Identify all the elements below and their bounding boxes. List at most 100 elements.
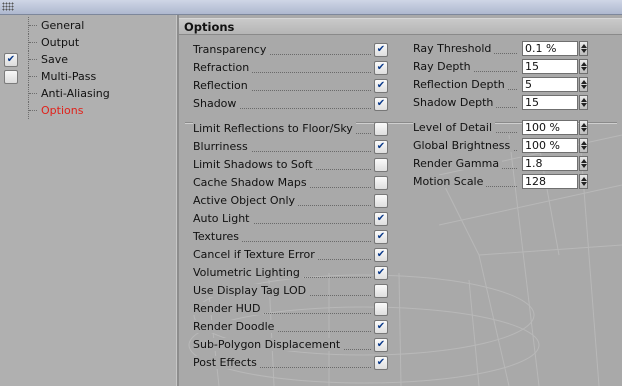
option-label: Limit Reflections to Floor/Sky: [193, 122, 356, 135]
checkbox-render-hud[interactable]: [374, 302, 388, 316]
tree-connector: [28, 102, 39, 119]
sidebar-item-anti-aliasing[interactable]: Anti-Aliasing: [0, 85, 176, 102]
window-grip-icon[interactable]: [2, 2, 14, 11]
field-level-of-detail[interactable]: 100 %: [522, 120, 578, 135]
option-row-textures: Textures ✔: [193, 229, 393, 245]
option-label: Active Object Only: [193, 194, 299, 207]
checkbox-reflection[interactable]: ✔: [374, 79, 388, 93]
tree-connector: [28, 68, 39, 85]
option-row-limit-shadows-to-soft: Limit Shadows to Soft: [193, 157, 393, 173]
option-label: Textures: [193, 230, 242, 243]
sidebar-item-options[interactable]: Options: [0, 102, 176, 119]
field-row-render-gamma: Render Gamma 1.8: [413, 156, 613, 172]
option-row-render-hud: Render HUD: [193, 301, 393, 317]
spinner-arrows-icon[interactable]: [579, 156, 588, 171]
spinner-arrows-icon[interactable]: [579, 174, 588, 189]
sidebar-item-general[interactable]: General: [0, 17, 176, 34]
options-panel: Options Transparency ✔ Refraction ✔ Reflecti…: [179, 15, 622, 386]
field-global-brightness[interactable]: 100 %: [522, 138, 578, 153]
field-row-global-brightness: Global Brightness 100 %: [413, 138, 613, 154]
field-label: Motion Scale: [413, 175, 487, 188]
option-row-limit-reflections-to-floor-sky: Limit Reflections to Floor/Sky: [193, 121, 393, 137]
spinner-arrows-icon[interactable]: [579, 41, 588, 56]
option-label: Limit Shadows to Soft: [193, 158, 316, 171]
sidebar-item-save[interactable]: ✔ Save: [0, 51, 176, 68]
field-label: Ray Threshold: [413, 42, 495, 55]
option-row-shadow: Shadow ✔: [193, 96, 393, 112]
option-row-blurriness: Blurriness ✔: [193, 139, 393, 155]
option-label: Sub-Polygon Displacement: [193, 338, 344, 351]
option-label: Use Display Tag LOD: [193, 284, 310, 297]
option-row-cancel-if-texture-error: Cancel if Texture Error ✔: [193, 247, 393, 263]
option-label: Auto Light: [193, 212, 253, 225]
field-row-motion-scale: Motion Scale 128: [413, 174, 613, 190]
checkbox-shadow[interactable]: ✔: [374, 97, 388, 111]
checkbox-render-doodle[interactable]: ✔: [374, 320, 388, 334]
checkbox-cancel-if-texture-error[interactable]: ✔: [374, 248, 388, 262]
tree-connector: [28, 51, 39, 68]
checkbox-blurriness[interactable]: ✔: [374, 140, 388, 154]
spinner-arrows-icon[interactable]: [579, 59, 588, 74]
spinner-arrows-icon[interactable]: [579, 120, 588, 135]
checkbox-active-object-only[interactable]: [374, 194, 388, 208]
option-label: Transparency: [193, 43, 270, 56]
option-label: Volumetric Lighting: [193, 266, 303, 279]
sidebar-checkbox-multi-pass[interactable]: [4, 70, 18, 84]
field-motion-scale[interactable]: 128: [522, 174, 578, 189]
sidebar-item-label: Save: [41, 53, 69, 66]
tree-connector: [28, 34, 39, 51]
option-row-active-object-only: Active Object Only: [193, 193, 393, 209]
sidebar-item-label: Options: [41, 104, 84, 117]
field-row-level-of-detail: Level of Detail 100 %: [413, 120, 613, 136]
field-row-reflection-depth: Reflection Depth 5: [413, 77, 613, 93]
option-label: Reflection: [193, 79, 251, 92]
tree-connector: [28, 85, 39, 102]
checkbox-use-display-tag-lod[interactable]: [374, 284, 388, 298]
field-shadow-depth[interactable]: 15: [522, 95, 578, 110]
option-label: Render Doodle: [193, 320, 278, 333]
field-label: Shadow Depth: [413, 96, 497, 109]
sidebar-item-label: General: [41, 19, 85, 32]
panel-title: Options: [179, 18, 622, 35]
option-label: Shadow: [193, 97, 240, 110]
tree-connector: [28, 17, 39, 34]
sidebar-item-label: Anti-Aliasing: [41, 87, 110, 100]
window-titlebar: [0, 0, 622, 15]
field-label: Reflection Depth: [413, 78, 508, 91]
field-row-ray-depth: Ray Depth 15: [413, 59, 613, 75]
option-row-use-display-tag-lod: Use Display Tag LOD: [193, 283, 393, 299]
checkbox-refraction[interactable]: ✔: [374, 61, 388, 75]
checkbox-auto-light[interactable]: ✔: [374, 212, 388, 226]
checkbox-sub-polygon-displacement[interactable]: ✔: [374, 338, 388, 352]
option-row-transparency: Transparency ✔: [193, 42, 393, 58]
settings-sidebar: General Output ✔ Save Multi-Pass Anti-Aliasin…: [0, 15, 176, 386]
option-row-volumetric-lighting: Volumetric Lighting ✔: [193, 265, 393, 281]
field-row-shadow-depth: Shadow Depth 15: [413, 95, 613, 111]
spinner-arrows-icon[interactable]: [579, 95, 588, 110]
field-ray-depth[interactable]: 15: [522, 59, 578, 74]
spinner-arrows-icon[interactable]: [579, 77, 588, 92]
field-render-gamma[interactable]: 1.8: [522, 156, 578, 171]
option-label: Render HUD: [193, 302, 264, 315]
checkbox-volumetric-lighting[interactable]: ✔: [374, 266, 388, 280]
field-label: Ray Depth: [413, 60, 474, 73]
field-label: Level of Detail: [413, 121, 496, 134]
option-row-post-effects: Post Effects ✔: [193, 355, 393, 371]
checkbox-textures[interactable]: ✔: [374, 230, 388, 244]
sidebar-checkbox-save[interactable]: ✔: [4, 53, 18, 67]
checkbox-cache-shadow-maps[interactable]: [374, 176, 388, 190]
checkbox-transparency[interactable]: ✔: [374, 43, 388, 57]
field-label: Global Brightness: [413, 139, 514, 152]
sidebar-item-label: Output: [41, 36, 80, 49]
option-label: Refraction: [193, 61, 253, 74]
checkbox-limit-reflections-to-floor-sky[interactable]: [374, 122, 388, 136]
checkbox-post-effects[interactable]: ✔: [374, 356, 388, 370]
sidebar-item-output[interactable]: Output: [0, 34, 176, 51]
checkbox-limit-shadows-to-soft[interactable]: [374, 158, 388, 172]
sidebar-item-multi-pass[interactable]: Multi-Pass: [0, 68, 176, 85]
spinner-arrows-icon[interactable]: [579, 138, 588, 153]
field-reflection-depth[interactable]: 5: [522, 77, 578, 92]
sidebar-item-label: Multi-Pass: [41, 70, 97, 83]
field-ray-threshold[interactable]: 0.1 %: [522, 41, 578, 56]
option-label: Blurriness: [193, 140, 251, 153]
